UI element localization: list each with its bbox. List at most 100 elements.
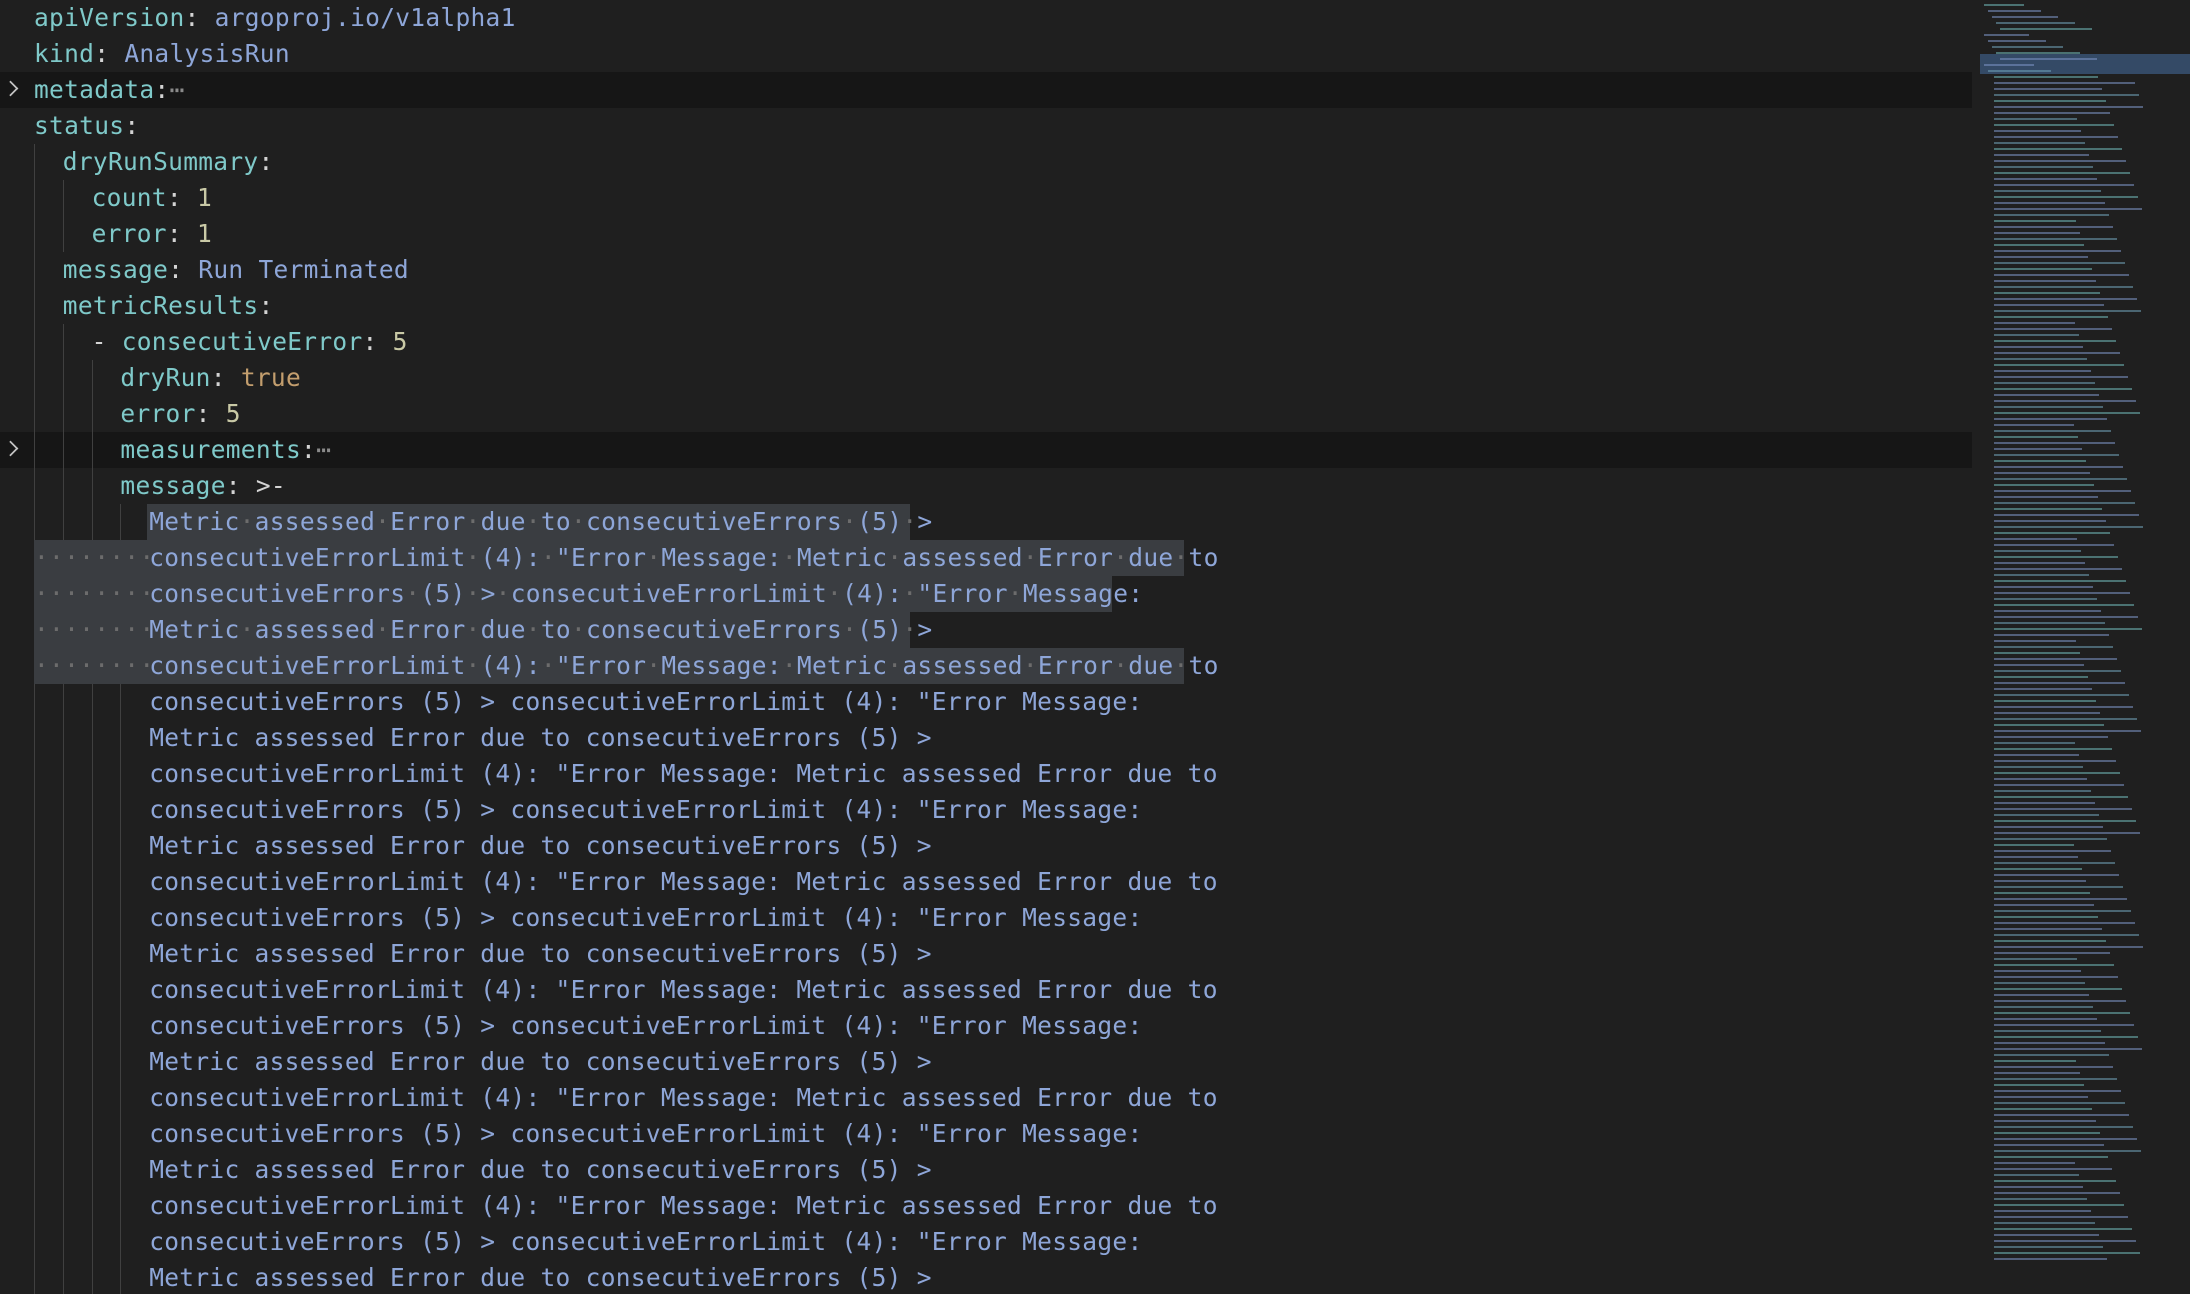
minimap-line <box>1994 136 2118 138</box>
minimap-line <box>1994 118 2077 120</box>
indent-guide <box>34 396 35 432</box>
minimap[interactable] <box>1972 0 2190 1294</box>
code-line[interactable]: Metric assessed Error due to consecutive… <box>0 1044 1972 1080</box>
colon: : <box>154 75 170 104</box>
code-line[interactable]: ········ consecutiveErrorLimit·(4):·"Erro… <box>0 648 1972 684</box>
code-line[interactable]: Metric assessed Error due to consecutive… <box>0 1152 1972 1188</box>
editor-text-area[interactable]: apiVersion: argoproj.io/v1alpha1 kind: An… <box>0 0 1972 1294</box>
minimap-line <box>1994 550 2081 552</box>
indent-guide <box>62 1008 64 1044</box>
indent-guide <box>91 396 93 432</box>
code-line[interactable]: metricResults: <box>0 288 1972 324</box>
code-line[interactable]: consecutiveErrorLimit (4): "Error Messag… <box>0 1080 1972 1116</box>
minimap-line <box>1994 1150 2141 1152</box>
code-editor[interactable]: apiVersion: argoproj.io/v1alpha1 kind: An… <box>0 0 2190 1294</box>
minimap-line <box>1994 268 2092 270</box>
minimap-line <box>1994 358 2087 360</box>
minimap-line <box>1994 1168 2112 1170</box>
code-line[interactable]: measurements:⋯ <box>0 432 1972 468</box>
minimap-line <box>1994 622 2105 624</box>
indent-guide <box>34 864 35 900</box>
code-line[interactable]: kind: AnalysisRun <box>0 36 1972 72</box>
code-line[interactable]: Metric assessed Error due to consecutive… <box>0 828 1972 864</box>
code-line[interactable]: message: Run Terminated <box>0 252 1972 288</box>
yaml-value: 1 <box>196 183 213 212</box>
minimap-line <box>1994 562 2085 564</box>
minimap-line <box>1994 352 2120 354</box>
code-line[interactable]: consecutiveErrors (5) > consecutiveError… <box>0 684 1972 720</box>
code-line[interactable]: error: 1 <box>0 216 1972 252</box>
minimap-line <box>1994 928 2102 930</box>
yaml-key: apiVersion <box>34 3 185 32</box>
indent-guide <box>34 360 35 396</box>
message-text-line: consecutiveErrors·(5)·>·consecutiveError… <box>149 576 1143 612</box>
chevron-right-icon[interactable] <box>2 80 19 97</box>
indent-guide <box>91 684 93 720</box>
code-line[interactable]: consecutiveErrorLimit (4): "Error Messag… <box>0 864 1972 900</box>
chevron-right-icon[interactable] <box>2 440 19 457</box>
code-line[interactable]: consecutiveErrorLimit (4): "Error Messag… <box>0 1188 1972 1224</box>
minimap-line <box>1994 466 2123 468</box>
minimap-line <box>1994 508 2102 510</box>
message-text-line: consecutiveErrorLimit (4): "Error Messag… <box>149 972 1218 1008</box>
minimap-line <box>1994 250 2121 252</box>
yaml-value: Run Terminated <box>198 255 409 284</box>
code-line[interactable]: ········ consecutiveErrorLimit·(4):·"Erro… <box>0 540 1972 576</box>
indent-guide <box>62 324 64 360</box>
indent-guide <box>91 360 93 396</box>
code-line[interactable]: consecutiveErrors (5) > consecutiveError… <box>0 1116 1972 1152</box>
message-text-line: consecutiveErrorLimit·(4):·"Error·Messag… <box>149 648 1218 684</box>
indent-guide <box>62 1224 64 1260</box>
minimap-line <box>1994 922 2135 924</box>
code-line[interactable]: dryRunSummary: <box>0 144 1972 180</box>
minimap-line <box>1984 64 2034 66</box>
minimap-line <box>1994 124 2114 126</box>
code-line[interactable]: status: <box>0 108 1972 144</box>
minimap-line <box>1994 1096 2088 1098</box>
indent-guide <box>91 972 93 1008</box>
code-line[interactable]: count: 1 <box>0 180 1972 216</box>
indent-guide <box>34 1044 35 1080</box>
code-line[interactable]: consecutiveErrors (5) > consecutiveError… <box>0 792 1972 828</box>
minimap-line <box>1994 814 2099 816</box>
minimap-line <box>1994 106 2143 108</box>
minimap-line <box>1994 1222 2095 1224</box>
code-line[interactable]: error: 5 <box>0 396 1972 432</box>
code-line[interactable]: - consecutiveError: 5 <box>0 324 1972 360</box>
code-line[interactable]: apiVersion: argoproj.io/v1alpha1 <box>0 0 1972 36</box>
message-text: Metric assessed Error due to consecutive… <box>149 831 932 860</box>
code-line[interactable]: consecutiveErrors (5) > consecutiveError… <box>0 900 1972 936</box>
code-line[interactable]: Metric assessed Error due to consecutive… <box>0 1260 1972 1294</box>
minimap-line <box>1994 238 2117 240</box>
minimap-line <box>1994 298 2137 300</box>
yaml-value: argoproj.io/v1alpha1 <box>214 3 516 32</box>
message-text-line: consecutiveErrors (5) > consecutiveError… <box>149 900 1142 936</box>
minimap-line <box>1994 388 2132 390</box>
minimap-line <box>1994 208 2142 210</box>
minimap-line <box>1994 898 2127 900</box>
code-line[interactable]: metadata:⋯ <box>0 72 1972 108</box>
code-line[interactable]: Metric assessed Error due to consecutive… <box>0 936 1972 972</box>
code-line[interactable]: dryRun: true <box>0 360 1972 396</box>
message-text: consecutiveErrorLimit (4): "Error Messag… <box>149 1083 1218 1112</box>
code-line[interactable]: consecutiveErrors (5) > consecutiveError… <box>0 1224 1972 1260</box>
minimap-line <box>1994 646 2113 648</box>
code-line[interactable]: Metric assessed Error due to consecutive… <box>0 720 1972 756</box>
code-line[interactable]: message: >- <box>0 468 1972 504</box>
list-dash: - <box>91 327 122 356</box>
minimap-line <box>1994 1042 2105 1044</box>
minimap-line <box>1994 790 2091 792</box>
code-line[interactable]: consecutiveErrors (5) > consecutiveError… <box>0 1008 1972 1044</box>
minimap-line <box>1994 856 2078 858</box>
code-line[interactable]: consecutiveErrorLimit (4): "Error Messag… <box>0 972 1972 1008</box>
whitespace-markers: ········ <box>34 579 155 608</box>
code-line[interactable]: ········ Metric·assessed·Error·due·to·con… <box>0 612 1972 648</box>
code-line[interactable]: Metric·assessed·Error·due·to·consecutive… <box>0 504 1972 540</box>
minimap-line <box>1994 604 2134 606</box>
minimap-line <box>1988 70 2051 72</box>
line-content: apiVersion: argoproj.io/v1alpha1 <box>34 0 516 36</box>
minimap-line <box>1994 142 2085 144</box>
code-line[interactable]: consecutiveErrorLimit (4): "Error Messag… <box>0 756 1972 792</box>
minimap-line <box>1994 1084 2084 1086</box>
code-line[interactable]: ········ consecutiveErrors·(5)·>·consecut… <box>0 576 1972 612</box>
